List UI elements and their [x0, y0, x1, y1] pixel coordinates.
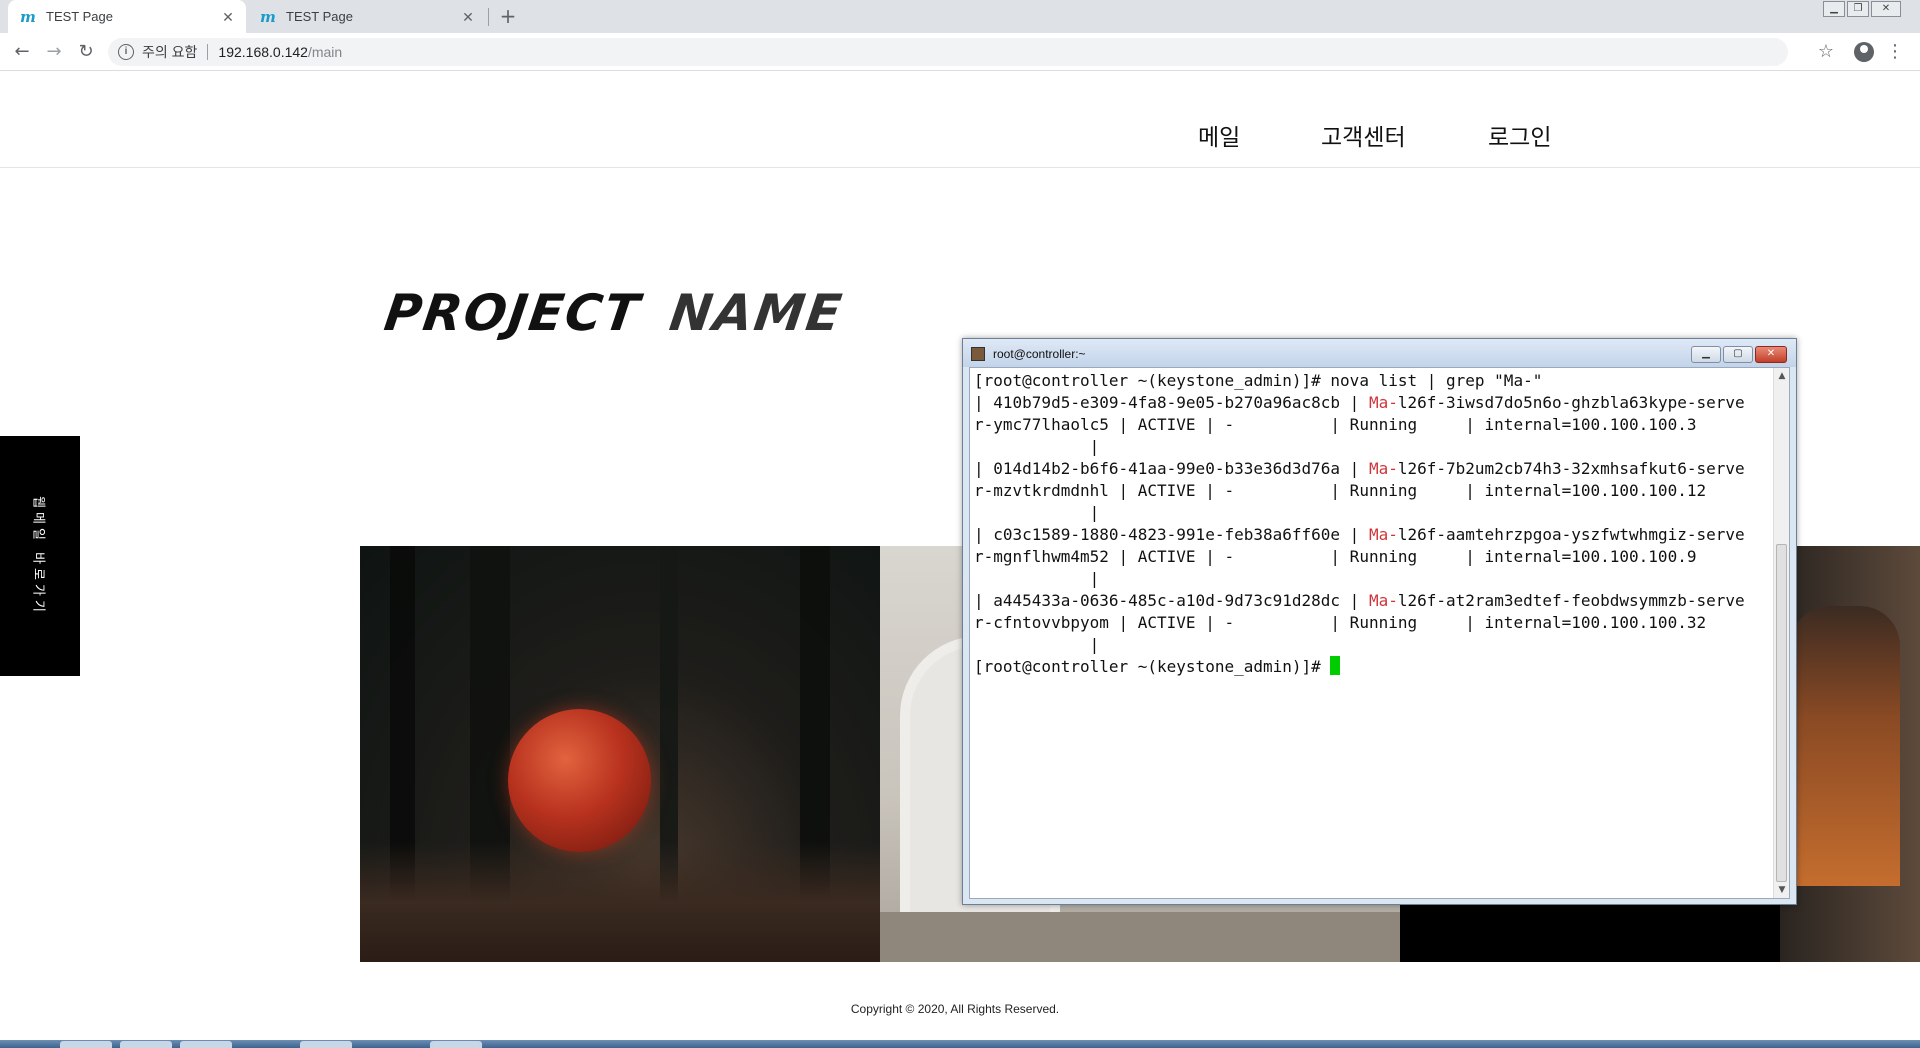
- taskbar-item[interactable]: [430, 1041, 482, 1048]
- terminal-cursor: [1330, 656, 1341, 675]
- security-warning[interactable]: 주의 요함: [142, 42, 197, 62]
- tab-divider: [488, 8, 489, 26]
- terminal-row-line: |: [974, 635, 1100, 654]
- terminal-text: [root@controller ~(keystone_admin)]# nov…: [974, 370, 1745, 678]
- restore-window-icon[interactable]: ❐: [1847, 1, 1869, 17]
- terminal-minimize-icon[interactable]: ▁: [1691, 346, 1721, 363]
- url-host: 192.168.0.142: [218, 44, 308, 60]
- nav-customer-center[interactable]: 고객센터: [1321, 118, 1406, 152]
- bookmark-star-icon[interactable]: ☆: [1814, 40, 1838, 64]
- terminal-scrollbar[interactable]: ▲ ▼: [1773, 368, 1789, 898]
- taskbar-item[interactable]: [120, 1041, 172, 1048]
- os-taskbar: [0, 1040, 1920, 1048]
- terminal-row-line: r-mgnflhwm4m52 | ACTIVE | - | Running | …: [974, 547, 1697, 566]
- taskbar-item[interactable]: [300, 1041, 352, 1048]
- site-header: 메일 고객센터 로그인: [0, 72, 1920, 168]
- reload-icon[interactable]: ↻: [74, 40, 98, 64]
- taskbar-item[interactable]: [60, 1041, 112, 1048]
- back-arrow-icon[interactable]: ←: [10, 40, 34, 64]
- address-divider: [207, 44, 209, 60]
- webmail-shortcut-tab[interactable]: 웹메일 바로가기: [0, 436, 80, 676]
- terminal-title: root@controller:~: [993, 347, 1086, 361]
- menu-kebab-icon[interactable]: ⋮: [1886, 40, 1904, 64]
- tab-strip: m TEST Page ✕ m TEST Page ✕ + ▁ ❐ ✕: [0, 0, 1920, 33]
- new-tab-icon[interactable]: +: [497, 5, 519, 27]
- tab-test-page-1[interactable]: m TEST Page ✕: [8, 0, 246, 33]
- info-icon[interactable]: i: [118, 44, 134, 60]
- terminal-maximize-icon[interactable]: ▢: [1723, 346, 1753, 363]
- tab-title: TEST Page: [46, 9, 113, 24]
- terminal-command-line: [root@controller ~(keystone_admin)]# nov…: [974, 371, 1543, 390]
- terminal-output[interactable]: [root@controller ~(keystone_admin)]# nov…: [969, 367, 1790, 899]
- scrollbar-thumb[interactable]: [1776, 544, 1787, 882]
- site-favicon-icon: m: [20, 7, 36, 26]
- profile-avatar-icon[interactable]: [1854, 42, 1874, 62]
- forest-ground: [360, 842, 880, 962]
- webmail-shortcut-label: 웹메일 바로가기: [30, 496, 46, 616]
- gallery-image-red-moon[interactable]: [360, 546, 880, 962]
- copyright-text: Copyright © 2020, All Rights Reserved.: [850, 1002, 1060, 1016]
- terminal-row-line: |: [974, 437, 1100, 456]
- room-floor: [880, 912, 1400, 962]
- terminal-row-line: | a445433a-0636-485c-a10d-9d73c91d28dc |…: [974, 591, 1745, 610]
- minimize-window-icon[interactable]: ▁: [1823, 1, 1845, 17]
- terminal-close-icon[interactable]: ✕: [1755, 346, 1787, 363]
- red-moon: [508, 709, 651, 852]
- taskbar-item[interactable]: [180, 1041, 232, 1048]
- site-logo[interactable]: PROJECT NAME: [381, 284, 847, 342]
- terminal-row-line: r-cfntovvbpyom | ACTIVE | - | Running | …: [974, 613, 1707, 632]
- scroll-up-icon[interactable]: ▲: [1774, 368, 1789, 384]
- terminal-app-icon[interactable]: [971, 347, 985, 361]
- terminal-window[interactable]: root@controller:~ ▁ ▢ ✕ [root@controller…: [962, 338, 1797, 905]
- url-path: /main: [307, 44, 343, 60]
- terminal-titlebar[interactable]: root@controller:~ ▁ ▢ ✕: [963, 339, 1796, 367]
- terminal-row-line: r-mzvtkrdmdnhl | ACTIVE | - | Running | …: [974, 481, 1707, 500]
- nav-mail[interactable]: 메일: [1198, 118, 1240, 152]
- terminal-row-line: | c03c1589-1880-4823-991e-feb38a6ff60e |…: [974, 525, 1745, 544]
- terminal-row-line: | 014d14b2-b6f6-41aa-99e0-b33e36d3d76a |…: [974, 459, 1745, 478]
- terminal-row-line: | 410b79d5-e309-4fa8-9e05-b270a96ac8cb |…: [974, 393, 1745, 412]
- forward-arrow-icon[interactable]: →: [42, 40, 66, 64]
- site-favicon-icon: m: [260, 7, 276, 26]
- person-figure: [1790, 606, 1900, 886]
- terminal-row-line: |: [974, 569, 1100, 588]
- terminal-prompt-line: [root@controller ~(keystone_admin)]#: [974, 656, 1745, 678]
- close-tab-icon[interactable]: ✕: [460, 9, 476, 25]
- close-window-icon[interactable]: ✕: [1871, 1, 1901, 17]
- logo-word-project: PROJECT: [380, 284, 645, 342]
- tab-title: TEST Page: [286, 9, 353, 24]
- scroll-down-icon[interactable]: ▼: [1774, 882, 1789, 898]
- close-tab-icon[interactable]: ✕: [220, 9, 236, 25]
- terminal-row-line: |: [974, 503, 1100, 522]
- logo-word-name: NAME: [666, 284, 847, 342]
- nav-login[interactable]: 로그인: [1488, 118, 1551, 152]
- terminal-row-line: r-ymc77lhaolc5 | ACTIVE | - | Running | …: [974, 415, 1697, 434]
- browser-toolbar: ← → ↻ i 주의 요함 192.168.0.142/main ☆ ⋮: [0, 33, 1920, 71]
- address-bar[interactable]: i 주의 요함 192.168.0.142/main: [108, 38, 1788, 66]
- tab-test-page-2[interactable]: m TEST Page ✕: [248, 0, 486, 33]
